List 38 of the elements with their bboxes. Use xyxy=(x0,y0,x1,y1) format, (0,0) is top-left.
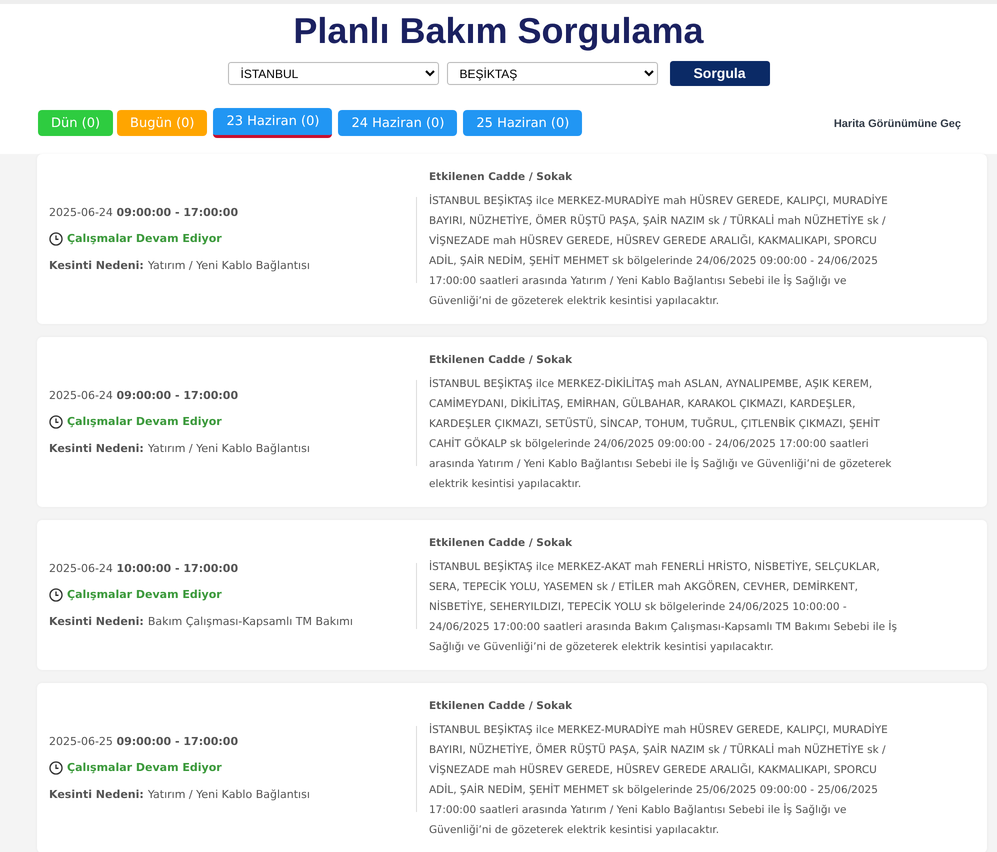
clock-icon xyxy=(49,588,63,602)
date-tab[interactable]: Dün (0) xyxy=(38,110,114,136)
clock-icon xyxy=(49,761,63,776)
reason-label: Kesinti Nedeni: xyxy=(49,788,144,801)
reason-text: Bakım Çalışması-Kapsamlı TM Bakımı xyxy=(148,614,353,628)
outage-time: 2025-06-24 10:00:00 - 17:00:00 xyxy=(49,560,240,577)
status-text: Çalışmalar Devam Ediyor xyxy=(67,587,222,604)
reason-label: Kesinti Nedeni: xyxy=(49,614,144,628)
date-tab[interactable]: 25 Haziran (0) xyxy=(463,110,582,136)
streets-heading: Etkilenen Cadde / Sokak xyxy=(429,536,574,552)
streets-text: İSTANBUL BEŞİKTAŞ ilce MERKEZ-MURADİYE mah HÜSREV GEREDE, KALIPÇI, MURADİYE BAYIRI, NÜZHETİYE, ÖMER RÜŞTÜ PAŞA, ŞAİR NAZIM sk / TÜRKALİ mah NÜZHETİYE sk / VİŞNEZADE mah HÜSREV GEREDE, HÜSREV GEREDE ARALIĞI, KAKMALIKAPI, SPORCU ADİL, ŞAİR NEDİM, ŞEHİT MEHMET sk bölgelerinde 25/06/2025 09:00:00 - 25/06/2025 17:00:00 saatleri arasında Yatırım / Yeni Kablo Bağlantısı Sebebi ile İş Sağlığı ve Güvenliği’ni de gözeterek elektrik kesintisi yapılacaktır. xyxy=(429,722,889,838)
streets-heading: Etkilenen Cadde / Sokak xyxy=(429,699,574,714)
page-title: Planlı Bakım Sorgulama xyxy=(292,10,705,52)
reason-label: Kesinti Nedeni: xyxy=(49,442,144,455)
reason-label: Kesinti Nedeni: xyxy=(49,258,144,272)
streets-heading: Etkilenen Cadde / Sokak xyxy=(429,353,574,368)
streets-text: İSTANBUL BEŞİKTAŞ ilce MERKEZ-AKAT mah FENERLİ HRİSTO, NİSBETİYE, SELÇUKLAR, SERA, TEPECİK YOLU, YASEMEN sk / ETİLER mah AKGÖREN, CEVHER, DEMİRKENT, NİSBETİYE, SEHERYILDIZI, TEPECİK YOLU sk bölgelerinde 24/06/2025 10:00:00 - 24/06/2025 17:00:00 saatleri arasında Bakım Çalışması-Kapsamlı TM Bakımı Sebebi ile İş Sağlığı ve Güvenliği’ni de gözeterek elektrik kesintisi yapılacaktır. xyxy=(429,559,898,656)
reason-text: Yatırım / Yeni Kablo Bağlantısı xyxy=(148,258,310,272)
city-select[interactable]: İSTANBUL xyxy=(228,62,438,86)
clock-icon xyxy=(49,232,63,246)
query-button[interactable]: Sorgula xyxy=(670,61,770,86)
streets-text: İSTANBUL BEŞİKTAŞ ilce MERKEZ-DİKİLİTAŞ mah ASLAN, AYNALIPEMBE, AŞIK KEREM, CAMİMEYDANI, DİKİLİTAŞ, EMİRHAN, GÜLBAHAR, KARAKOL ÇIKMAZI, KARDEŞLER, KARDEŞLER ÇIKMAZI, SETÜSTÜ, SİNCAP, TOHUM, TUĞRUL, ÇITLENBİK ÇIKMAZI, ŞEHİT CAHİT GÖKALP sk bölgelerinde 24/06/2025 09:00:00 - 24/06/2025 17:00:00 saatleri arasında Yatırım / Yeni Kablo Bağlantısı Sebebi ile İş Sağlığı ve Güvenliği’ni de gözeterek elektrik kesintisi yapılacaktır. xyxy=(429,376,892,492)
date-tab[interactable]: 23 Haziran (0) xyxy=(213,108,332,138)
reason-text: Yatırım / Yeni Kablo Bağlantısı xyxy=(148,788,310,801)
outage-time: 2025-06-25 09:00:00 - 17:00:00 xyxy=(49,734,240,750)
status-text: Çalışmalar Devam Ediyor xyxy=(67,760,222,776)
outage-time: 2025-06-24 09:00:00 - 17:00:00 xyxy=(49,388,240,404)
date-tab[interactable]: Bugün (0) xyxy=(117,110,208,136)
district-select[interactable]: BEŞİKTAŞ xyxy=(446,62,658,86)
date-tab[interactable]: 24 Haziran (0) xyxy=(338,110,458,136)
map-view-link[interactable]: Harita Görünümüne Geç xyxy=(834,116,961,133)
outage-time: 2025-06-24 09:00:00 - 17:00:00 xyxy=(49,204,240,221)
streets-heading: Etkilenen Cadde / Sokak xyxy=(429,170,574,186)
reason-text: Yatırım / Yeni Kablo Bağlantısı xyxy=(148,442,310,455)
status-text: Çalışmalar Devam Ediyor xyxy=(67,414,222,430)
streets-text: İSTANBUL BEŞİKTAŞ ilce MERKEZ-MURADİYE mah HÜSREV GEREDE, KALIPÇI, MURADİYE BAYIRI, NÜZHETİYE, ÖMER RÜŞTÜ PAŞA, ŞAİR NAZIM sk / TÜRKALİ mah NÜZHETİYE sk / VİŞNEZADE mah HÜSREV GEREDE, HÜSREV GEREDE ARALIĞI, KAKMALIKAPI, SPORCU ADİL, ŞAİR NEDİM, ŞEHİT MEHMET sk bölgelerinde 24/06/2025 09:00:00 - 24/06/2025 17:00:00 saatleri arasında Yatırım / Yeni Kablo Bağlantısı Sebebi ile İş Sağlığı ve Güvenliği’ni de gözeterek elektrik kesintisi yapılacaktır. xyxy=(429,193,889,310)
status-text: Çalışmalar Devam Ediyor xyxy=(67,231,222,248)
clock-icon xyxy=(49,415,63,430)
